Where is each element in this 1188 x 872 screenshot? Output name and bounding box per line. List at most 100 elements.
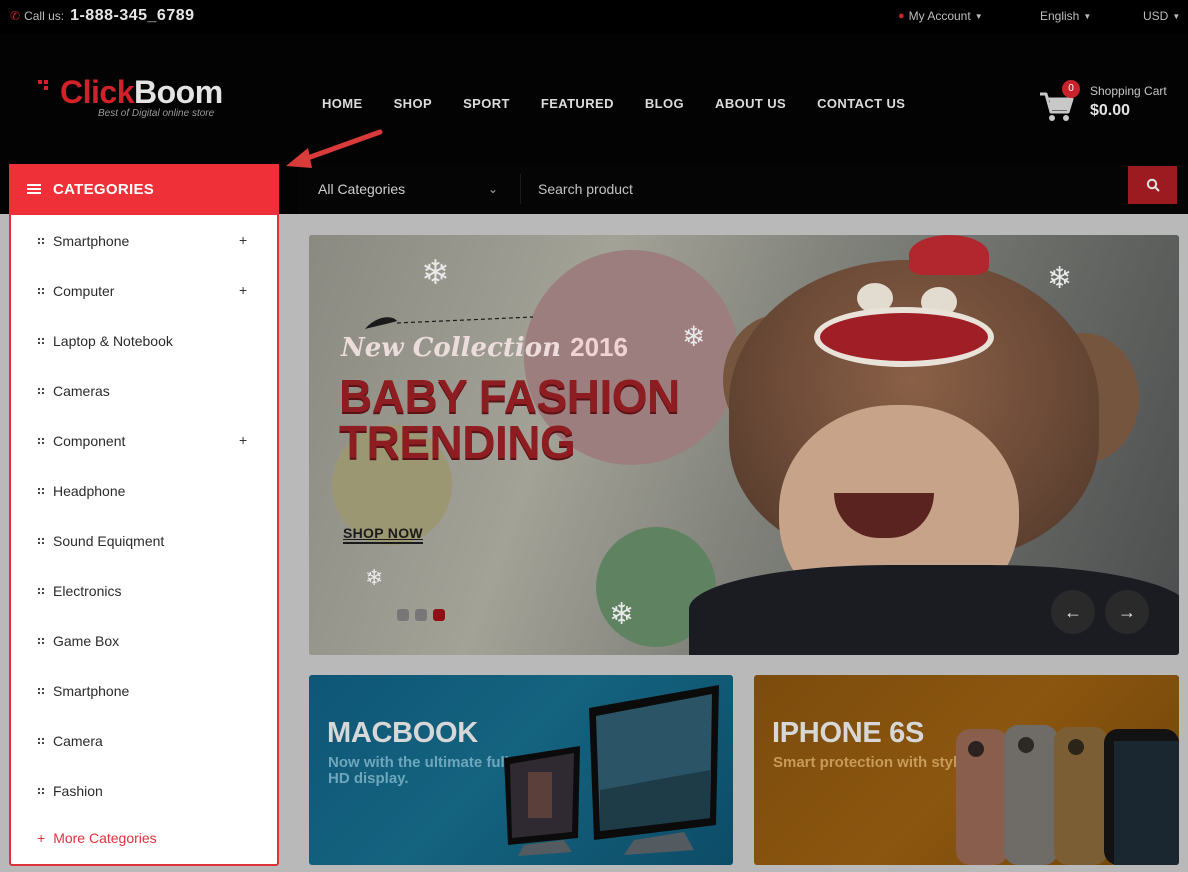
grip-dots-icon: [38, 488, 46, 494]
grip-dots-icon: [38, 738, 46, 744]
categories-header[interactable]: CATEGORIES: [9, 164, 279, 215]
snowflake-icon: ❄: [365, 565, 384, 590]
category-item-label: Smartphone: [53, 683, 130, 699]
more-categories-link[interactable]: + More Categories: [37, 830, 157, 846]
my-account-label: My Account: [908, 9, 971, 23]
site-header: ClickBoom Best of Digital online store H…: [0, 34, 1188, 164]
slider-prev-button[interactable]: ←: [1051, 590, 1095, 634]
category-item[interactable]: Smartphone: [11, 666, 277, 716]
language-dropdown[interactable]: English ▼: [1040, 9, 1091, 23]
slider-dot[interactable]: [397, 609, 409, 621]
macbook-devices-image: [504, 685, 719, 856]
grip-dots-icon: [38, 238, 46, 244]
category-item[interactable]: Fashion: [11, 766, 277, 816]
nav-about-us[interactable]: ABOUT US: [715, 96, 786, 111]
promo-iphone[interactable]: IPHONE 6S Smart protection with style.: [754, 675, 1179, 865]
grip-dots-icon: [38, 588, 46, 594]
caret-down-icon: ▼: [1172, 11, 1181, 21]
call-label: Call us:: [24, 9, 65, 23]
snowflake-icon: ❄: [1047, 262, 1073, 295]
arrow-right-icon: →: [1118, 601, 1136, 622]
category-item[interactable]: Computer +: [11, 266, 277, 316]
category-item[interactable]: Component +: [11, 416, 277, 466]
currency-label: USD: [1143, 9, 1169, 23]
annotation-arrow-icon: [286, 129, 383, 168]
promo-macbook-title: MACBOOK: [327, 717, 478, 749]
category-item[interactable]: Laptop & Notebook: [11, 316, 277, 366]
promo-macbook[interactable]: MACBOOK Now with the ultimate full HD di…: [309, 675, 733, 865]
plus-icon: +: [37, 830, 46, 846]
site-logo[interactable]: ClickBoom Best of Digital online store: [38, 72, 223, 119]
arrow-left-icon: ←: [1064, 601, 1082, 622]
promo-iphone-title: IPHONE 6S: [772, 717, 925, 749]
phone-contact: ✆ Call us: 1-888-345_6789: [10, 7, 195, 25]
banner-subtitle: New Collection 2016: [341, 332, 628, 363]
expand-plus-icon[interactable]: +: [239, 282, 247, 298]
logo-mark-icon: [38, 78, 56, 96]
expand-plus-icon[interactable]: +: [239, 432, 247, 448]
caret-down-icon: ▼: [1083, 11, 1092, 21]
hat-pompom: [909, 235, 989, 275]
categories-menu: CATEGORIES Smartphone + Computer + Laptop & …: [9, 164, 279, 866]
currency-dropdown[interactable]: USD ▼: [1143, 9, 1180, 23]
grip-dots-icon: [38, 688, 46, 694]
nav-sport[interactable]: SPORT: [463, 96, 510, 111]
snowflake-icon: ❄: [609, 598, 635, 631]
promo-iphone-subtitle: Smart protection with style.: [773, 754, 970, 771]
expand-plus-icon[interactable]: +: [239, 232, 247, 248]
category-item[interactable]: Smartphone +: [11, 216, 277, 266]
hat-mouth: [814, 307, 994, 367]
grip-dots-icon: [38, 388, 46, 394]
slider-dot[interactable]: [415, 609, 427, 621]
banner-headline-line1: BABY FASHION: [339, 370, 680, 422]
nav-featured[interactable]: FEATURED: [541, 96, 614, 111]
category-item-label: Fashion: [53, 783, 103, 799]
category-item-label: Component: [53, 433, 126, 449]
snowflake-icon: ❄: [682, 321, 706, 352]
category-item[interactable]: Camera: [11, 716, 277, 766]
my-account-dropdown[interactable]: ● My Account ▼: [898, 9, 983, 23]
grip-dots-icon: [38, 338, 46, 344]
slider-dot-active[interactable]: [433, 609, 445, 621]
slider-pagination: [397, 609, 445, 621]
search-bar: All Categories ⌄: [298, 164, 1188, 214]
category-item-label: Cameras: [53, 383, 110, 399]
chevron-down-icon: ⌄: [487, 182, 498, 196]
nav-contact-us[interactable]: CONTACT US: [817, 96, 905, 111]
hamburger-icon: [27, 184, 41, 195]
search-input[interactable]: [538, 174, 1118, 204]
iphone-devices-image: [956, 725, 1179, 865]
categories-title: CATEGORIES: [53, 181, 155, 198]
banner-subtitle-text: New Collection: [341, 333, 562, 363]
more-categories-label: More Categories: [53, 830, 157, 846]
nav-home[interactable]: HOME: [322, 96, 363, 111]
logo-tagline: Best of Digital online store: [98, 108, 215, 119]
category-item-label: Camera: [53, 733, 103, 749]
caret-down-icon: ▼: [974, 11, 983, 21]
logo-text-boom: Boom: [133, 74, 223, 110]
grip-dots-icon: [38, 788, 46, 794]
bird-branch-icon: [365, 316, 534, 329]
shopping-cart[interactable]: 0 Shopping Cart $0.00: [1038, 80, 1183, 130]
category-item[interactable]: Headphone: [11, 466, 277, 516]
grip-dots-icon: [38, 438, 46, 444]
phone-number[interactable]: 1-888-345_6789: [70, 7, 194, 25]
category-item-label: Headphone: [53, 483, 126, 499]
cart-label: Shopping Cart: [1090, 84, 1167, 98]
category-item[interactable]: Sound Equiqment: [11, 516, 277, 566]
search-button[interactable]: [1128, 166, 1177, 204]
nav-blog[interactable]: BLOG: [645, 96, 684, 111]
grip-dots-icon: [38, 638, 46, 644]
shop-now-link[interactable]: SHOP NOW: [343, 525, 423, 544]
category-item[interactable]: Game Box: [11, 616, 277, 666]
hero-slider[interactable]: ❄ ❄ ❄ ❄ ❄ New Collection 2016 BABY FASHI…: [309, 235, 1179, 655]
slider-next-button[interactable]: →: [1105, 590, 1149, 634]
category-select-value: All Categories: [318, 181, 406, 197]
snowflake-icon: ❄: [421, 254, 450, 292]
banner-year: 2016: [570, 332, 628, 362]
category-item[interactable]: Electronics: [11, 566, 277, 616]
nav-shop[interactable]: SHOP: [394, 96, 432, 111]
category-item[interactable]: Cameras: [11, 366, 277, 416]
grip-dots-icon: [38, 288, 46, 294]
cart-count-badge: 0: [1062, 80, 1080, 98]
